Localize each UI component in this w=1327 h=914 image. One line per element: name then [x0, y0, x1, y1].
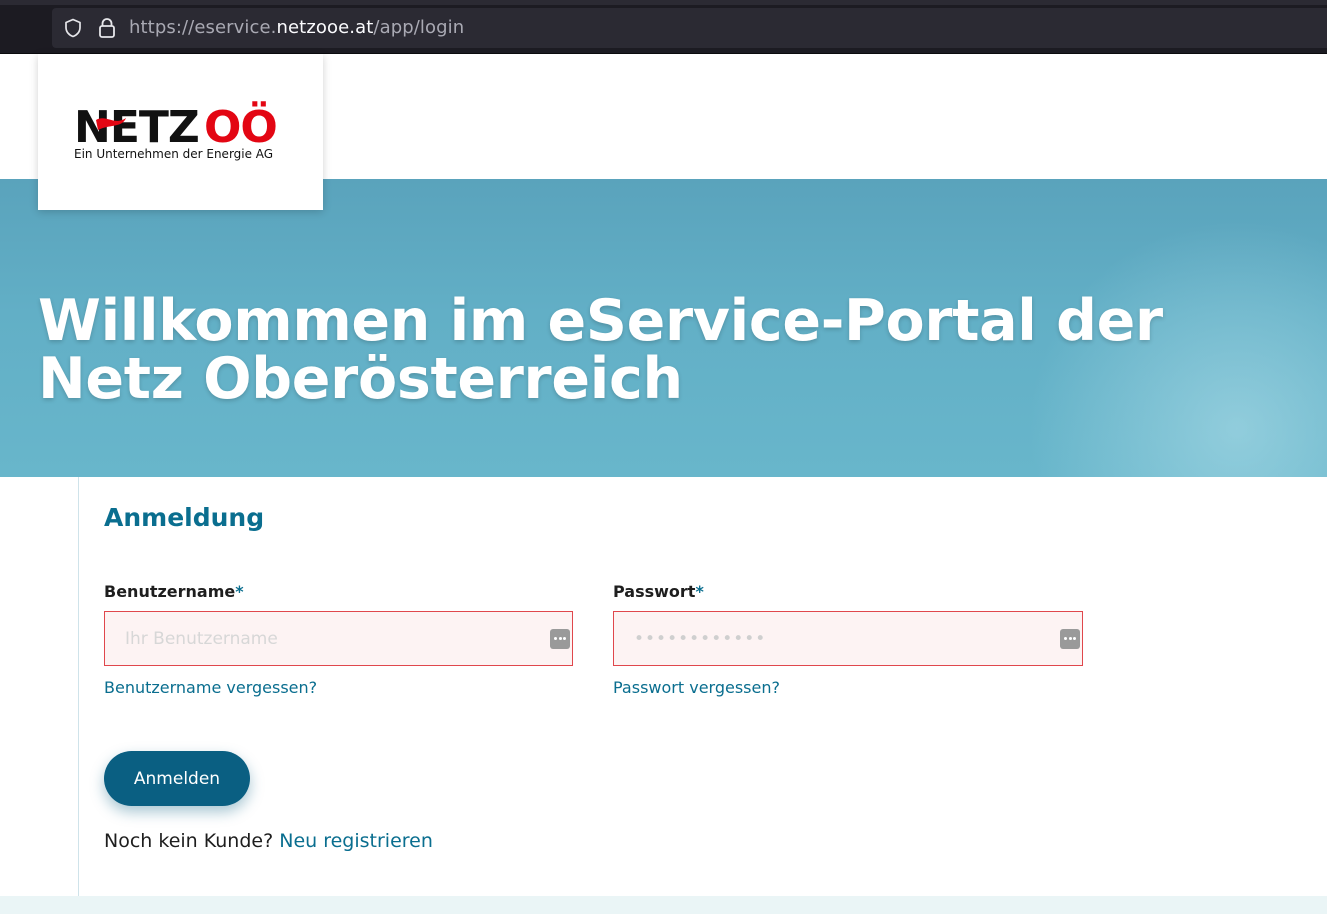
username-label: Benutzername* [104, 582, 244, 601]
username-input[interactable] [105, 612, 572, 665]
required-marker: * [235, 582, 244, 601]
password-label: Passwort* [613, 582, 704, 601]
password-input[interactable] [614, 612, 1082, 665]
address-bar[interactable]: https://eservice.netzooe.at/app/login [52, 8, 1327, 48]
footer-strip [0, 896, 1327, 914]
browser-tab-strip [0, 0, 1327, 5]
password-label-text: Passwort [613, 582, 696, 601]
login-button[interactable]: Anmelden [104, 751, 250, 806]
url-prefix: https://eservice. [129, 17, 277, 38]
required-marker: * [695, 582, 704, 601]
hero-banner: Willkommen im eService-Portal der Netz O… [0, 179, 1327, 477]
password-manager-icon[interactable] [550, 629, 570, 649]
logo-card[interactable]: NETZ OÖ Ein Unternehmen der Energie AG [38, 54, 323, 210]
shield-icon[interactable] [63, 18, 83, 38]
username-field-wrapper [104, 611, 573, 666]
register-prompt: Noch kein Kunde? [104, 830, 274, 852]
netz-ooe-logo: NETZ OÖ Ein Unternehmen der Energie AG [74, 100, 278, 161]
url-path: /app/login [373, 17, 465, 38]
username-label-text: Benutzername [104, 582, 236, 601]
logo-brand-ooe: OÖ [204, 100, 277, 153]
register-link[interactable]: Neu registrieren [279, 830, 433, 852]
forgot-password-link[interactable]: Passwort vergessen? [613, 678, 780, 697]
logo-brand-netz: NETZ [74, 102, 199, 153]
password-field-wrapper [613, 611, 1083, 666]
content-divider [78, 477, 79, 897]
forgot-username-link[interactable]: Benutzername vergessen? [104, 678, 317, 697]
logo-tagline: Ein Unternehmen der Energie AG [74, 147, 273, 161]
password-manager-icon[interactable] [1060, 629, 1080, 649]
browser-toolbar: https://eservice.netzooe.at/app/login [0, 0, 1327, 54]
lock-icon[interactable] [97, 17, 117, 39]
register-line: Noch kein Kunde? Neu registrieren [104, 830, 433, 852]
login-heading: Anmeldung [104, 503, 265, 532]
url-text[interactable]: https://eservice.netzooe.at/app/login [129, 17, 464, 38]
hero-title: Willkommen im eService-Portal der Netz O… [38, 288, 1163, 412]
url-domain: netzooe.at [276, 17, 374, 38]
